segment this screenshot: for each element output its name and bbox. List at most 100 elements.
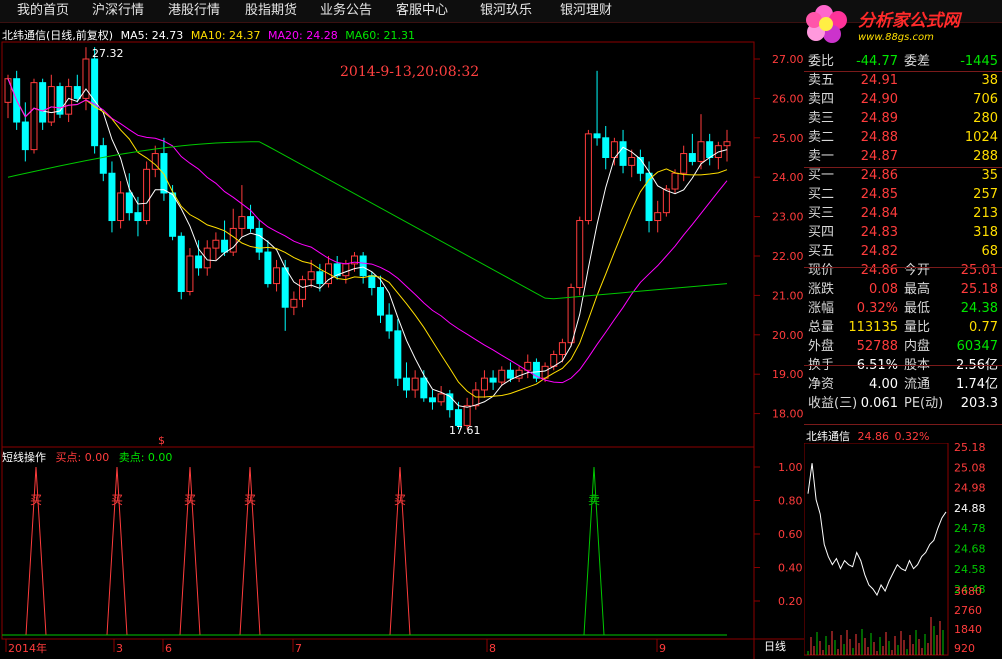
finance-row: 收益(三) 0.061 PE(动) 203.3 [804,394,1002,413]
indicator-frame [1,446,755,640]
candle-body [619,141,627,166]
candle-body [99,145,107,174]
stat-row: 现价 24.86 今开 25.01 [804,261,1002,280]
candle-body [281,267,289,308]
mini-price: 24.86 [857,430,890,443]
quote-label: 买五 [808,244,835,259]
quote-label: 流通 [904,377,931,392]
intraday-price-tick: 24.78 [954,522,986,535]
candle-body [143,168,151,222]
candle-body [307,271,315,281]
period-tab-daily[interactable]: 日线 [764,638,786,654]
flower-logo-icon [806,5,847,43]
buy-signal-label: 买 [111,493,123,507]
candle-body [697,141,705,162]
candle-body [558,342,566,355]
quote-label: 内盘 [904,339,931,354]
candle-body [394,330,402,379]
candle-body [47,86,55,123]
intraday-price-tick: 24.98 [954,482,986,495]
main-chart[interactable]: 27.00 26.00 25.00 24.00 23.00 22.00 21.00 20.00… [0,0,804,659]
intraday-chart[interactable]: 25.1825.0824.9824.8824.7824.6824.5824.48… [804,443,1002,659]
high-annotation: 27.32 [92,47,124,60]
candle-body [654,212,662,222]
quote-label: 卖五 [808,73,835,88]
site-logo[interactable]: 分析家公式网 www.88gs.com [798,0,1002,50]
quote-label: 今开 [904,263,931,278]
candle-body [125,192,133,214]
quote-label: 收益(三) [808,396,858,411]
dollar-marker: $ [158,434,165,447]
ma10-line [7,78,728,398]
candle-body [108,172,116,222]
candle-body [662,188,670,214]
quote-label: PE(动) [904,396,944,411]
quote-label: 现价 [808,263,835,278]
ask-row: 卖四 24.90 706 [804,90,1002,109]
quote-value: 25.01 [960,263,998,278]
quote-value: 203.3 [960,396,998,411]
quote-value: 1024 [964,130,998,145]
price-tick-label: 25.00 [772,132,804,145]
candle-body [368,275,376,289]
quote-label: 最低 [904,301,931,316]
diff-label: 委差 [904,54,931,69]
quote-separator [804,424,1002,425]
quote-value: 24.87 [860,149,898,164]
quote-value: 24.91 [860,73,898,88]
indicator-tick-label: 0.40 [778,562,803,575]
quote-separator [804,167,1002,168]
quote-label: 卖四 [808,92,835,107]
ask-row: 卖一 24.87 288 [804,147,1002,166]
quote-label: 买四 [808,225,835,240]
candle-body [376,287,384,316]
quote-value: 213 [973,206,998,221]
quote-value: 24.84 [860,206,898,221]
quote-panel: 委比 -44.77 委差 -1445 卖五 24.91 38 卖四 24.90 706 卖三… [804,52,1002,413]
candle-body [567,287,575,344]
diff-value: -1445 [960,54,998,69]
price-tick-label: 27.00 [772,53,804,66]
price-tick-label: 23.00 [772,211,804,224]
candle-body [402,377,410,391]
candle-body [480,377,488,391]
bid-row: 买五 24.82 68 [804,242,1002,261]
ask-row: 卖二 24.88 1024 [804,128,1002,147]
bid-row: 买三 24.84 213 [804,204,1002,223]
candle-body [671,172,679,190]
quote-label: 总量 [808,320,835,335]
quote-value: 52788 [856,339,898,354]
intraday-price-tick: 25.08 [954,461,986,474]
candle-body [359,255,367,277]
candle-body [247,216,255,229]
logo-title: 分析家公式网 [858,11,960,31]
candle-body [91,58,99,147]
candle-body [593,133,601,139]
stat-row: 外盘 52788 内盘 60347 [804,337,1002,356]
quote-value: 0.32% [856,301,898,316]
candle-body [420,377,428,399]
intraday-volume-tick: 1840 [954,623,982,636]
price-tick-label: 22.00 [772,250,804,263]
quote-label: 买一 [808,168,835,183]
quote-value: 4.00 [869,377,898,392]
price-tick-label: 19.00 [772,368,804,381]
candle-body [498,369,506,383]
quote-value: 24.86 [860,168,898,183]
candle-body [576,220,584,289]
intraday-price-tick: 24.68 [954,543,986,556]
quote-separator [804,267,1002,268]
date-tick-label: 9 [659,642,666,655]
candle-body [264,251,272,285]
stat-row: 涨幅 0.32% 最低 24.38 [804,299,1002,318]
candle-body [437,393,445,403]
intraday-price-tick: 24.58 [954,563,986,576]
intraday-volume-tick: 920 [954,642,975,655]
price-tick-label: 21.00 [772,289,804,302]
candle-body [30,82,38,151]
quote-label: 量比 [904,320,931,335]
buy-signal-label: 买 [184,493,196,507]
order-ratio-row: 委比 -44.77 委差 -1445 [804,52,1002,71]
quote-label: 买二 [808,187,835,202]
quote-value: 24.89 [860,111,898,126]
